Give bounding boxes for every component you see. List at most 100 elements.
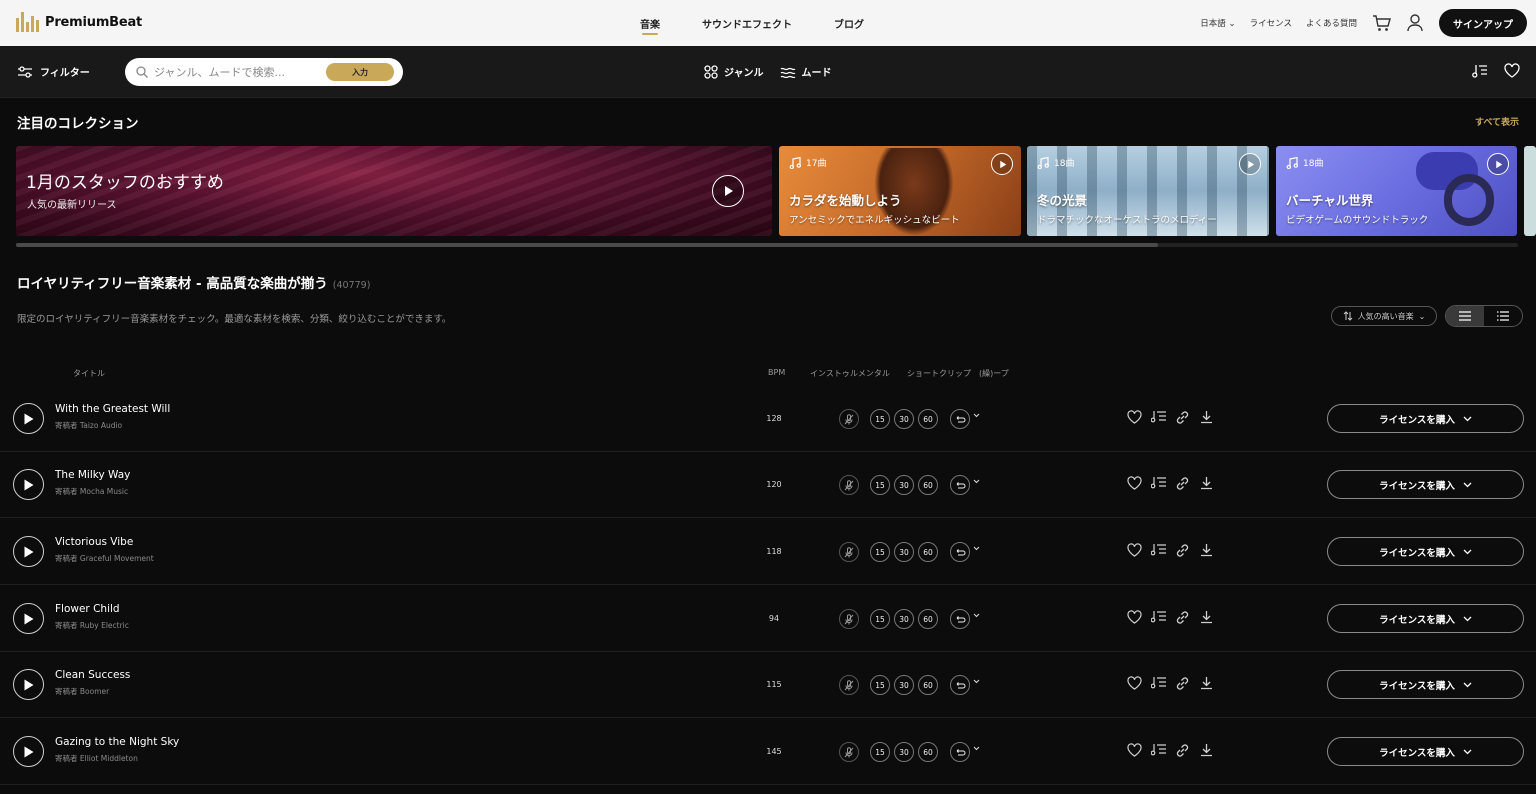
track-play-button[interactable] [13,669,44,700]
track-row[interactable]: With the Greatest Will 寄稿者 Taizo Audio 1… [0,386,1536,452]
chevron-down-icon[interactable] [973,413,980,418]
collection-play-button[interactable] [991,153,1013,175]
add-to-playlist-icon[interactable] [1150,742,1166,758]
clip-60-button[interactable]: 60 [918,542,938,562]
link-icon[interactable] [1174,675,1190,691]
track-artist[interactable]: 寄稿者 Boomer [55,686,109,697]
clip-60-button[interactable]: 60 [918,409,938,429]
instrumental-toggle[interactable] [839,742,859,762]
chevron-down-icon[interactable] [973,479,980,484]
collection-card[interactable]: 18曲 冬の光景 ドラマチックなオーケストラのメロディー [1027,146,1269,236]
heart-icon[interactable] [1126,609,1142,625]
clip-15-button[interactable]: 15 [870,542,890,562]
track-row[interactable]: Clean Success 寄稿者 Boomer 115 15 30 60 ライセン… [0,652,1536,718]
collection-play-button[interactable] [1487,153,1509,175]
chevron-down-icon[interactable] [973,746,980,751]
download-icon[interactable] [1198,675,1214,691]
carousel-scrollbar[interactable] [16,243,1518,247]
instrumental-toggle[interactable] [839,542,859,562]
clip-30-button[interactable]: 30 [894,675,914,695]
clip-30-button[interactable]: 30 [894,609,914,629]
clip-60-button[interactable]: 60 [918,609,938,629]
download-icon[interactable] [1198,542,1214,558]
track-row[interactable]: Gazing to the Night Sky 寄稿者 Elliot Middl… [0,719,1536,785]
loop-button[interactable] [950,609,970,629]
loop-button[interactable] [950,409,970,429]
add-to-playlist-icon[interactable] [1150,675,1166,691]
track-title[interactable]: Victorious Vibe [55,536,133,548]
loop-button[interactable] [950,742,970,762]
buy-license-button[interactable]: ライセンスを購入 [1327,737,1524,766]
heart-icon[interactable] [1126,409,1142,425]
clip-60-button[interactable]: 60 [918,675,938,695]
link-icon[interactable] [1174,409,1190,425]
clip-30-button[interactable]: 30 [894,542,914,562]
collection-card[interactable]: 17曲 カラダを始動しよう アンセミックでエネルギッシュなビート [779,146,1021,236]
track-row[interactable]: Flower Child 寄稿者 Ruby Electric 94 15 30 60… [0,586,1536,652]
logo[interactable]: PremiumBeat [16,12,142,32]
clip-15-button[interactable]: 15 [870,409,890,429]
hero-play-button[interactable] [712,175,744,207]
track-artist[interactable]: 寄稿者 Mocha Music [55,486,128,497]
instrumental-toggle[interactable] [839,609,859,629]
heart-icon[interactable] [1126,742,1142,758]
filter-button[interactable]: フィルター [18,64,90,79]
track-artist[interactable]: 寄稿者 Taizo Audio [55,420,122,431]
carousel-scroll-thumb[interactable] [16,243,1158,247]
buy-license-button[interactable]: ライセンスを購入 [1327,537,1524,566]
instrumental-toggle[interactable] [839,409,859,429]
track-artist[interactable]: 寄稿者 Graceful Movement [55,553,154,564]
heart-icon[interactable] [1126,675,1142,691]
clip-60-button[interactable]: 60 [918,475,938,495]
user-icon[interactable] [1405,13,1425,33]
clip-15-button[interactable]: 15 [870,609,890,629]
track-title[interactable]: Gazing to the Night Sky [55,736,179,748]
instrumental-toggle[interactable] [839,675,859,695]
heart-icon[interactable] [1126,542,1142,558]
track-play-button[interactable] [13,736,44,767]
track-title[interactable]: With the Greatest Will [55,403,170,415]
download-icon[interactable] [1198,742,1214,758]
sort-dropdown[interactable]: 人気の高い音楽 ⌄ [1331,306,1437,326]
cart-icon[interactable] [1371,13,1391,33]
add-to-playlist-icon[interactable] [1150,475,1166,491]
track-title[interactable]: The Milky Way [55,469,130,481]
buy-license-button[interactable]: ライセンスを購入 [1327,670,1524,699]
see-all-link[interactable]: すべて表示 [1475,115,1519,128]
instrumental-toggle[interactable] [839,475,859,495]
collection-play-button[interactable] [1239,153,1261,175]
heart-icon[interactable] [1126,475,1142,491]
signup-button[interactable]: サインアップ [1439,9,1527,37]
search-submit-button[interactable]: 入力 [326,63,394,81]
mood-button[interactable]: ムード [780,64,832,79]
buy-license-button[interactable]: ライセンスを購入 [1327,604,1524,633]
link-icon[interactable] [1174,609,1190,625]
download-icon[interactable] [1198,475,1214,491]
list-view-button[interactable] [1446,306,1484,326]
nav-license[interactable]: ライセンス [1250,17,1292,29]
chevron-down-icon[interactable] [973,613,980,618]
collection-card[interactable]: 18曲 バーチャル世界 ビデオゲームのサウンドトラック [1276,146,1517,236]
loop-button[interactable] [950,542,970,562]
add-to-playlist-icon[interactable] [1150,542,1166,558]
track-title[interactable]: Clean Success [55,669,130,681]
add-to-playlist-icon[interactable] [1150,409,1166,425]
nav-blog[interactable]: ブログ [834,0,864,46]
track-title[interactable]: Flower Child [55,603,120,615]
clip-15-button[interactable]: 15 [870,475,890,495]
track-row[interactable]: The Milky Way 寄稿者 Mocha Music 120 15 30 60… [0,452,1536,518]
chevron-down-icon[interactable] [973,679,980,684]
track-row[interactable]: Victorious Vibe 寄稿者 Graceful Movement 11… [0,519,1536,585]
collection-card-partial[interactable] [1524,146,1536,236]
track-play-button[interactable] [13,403,44,434]
download-icon[interactable] [1198,609,1214,625]
genre-button[interactable]: ジャンル [704,64,764,79]
nav-sound-effects[interactable]: サウンドエフェクト [702,0,792,46]
clip-15-button[interactable]: 15 [870,675,890,695]
search-input[interactable] [154,65,324,79]
link-icon[interactable] [1174,475,1190,491]
track-artist[interactable]: 寄稿者 Elliot Middleton [55,753,138,764]
clip-30-button[interactable]: 30 [894,475,914,495]
language-selector[interactable]: 日本語 ⌄ [1200,17,1235,29]
track-play-button[interactable] [13,469,44,500]
